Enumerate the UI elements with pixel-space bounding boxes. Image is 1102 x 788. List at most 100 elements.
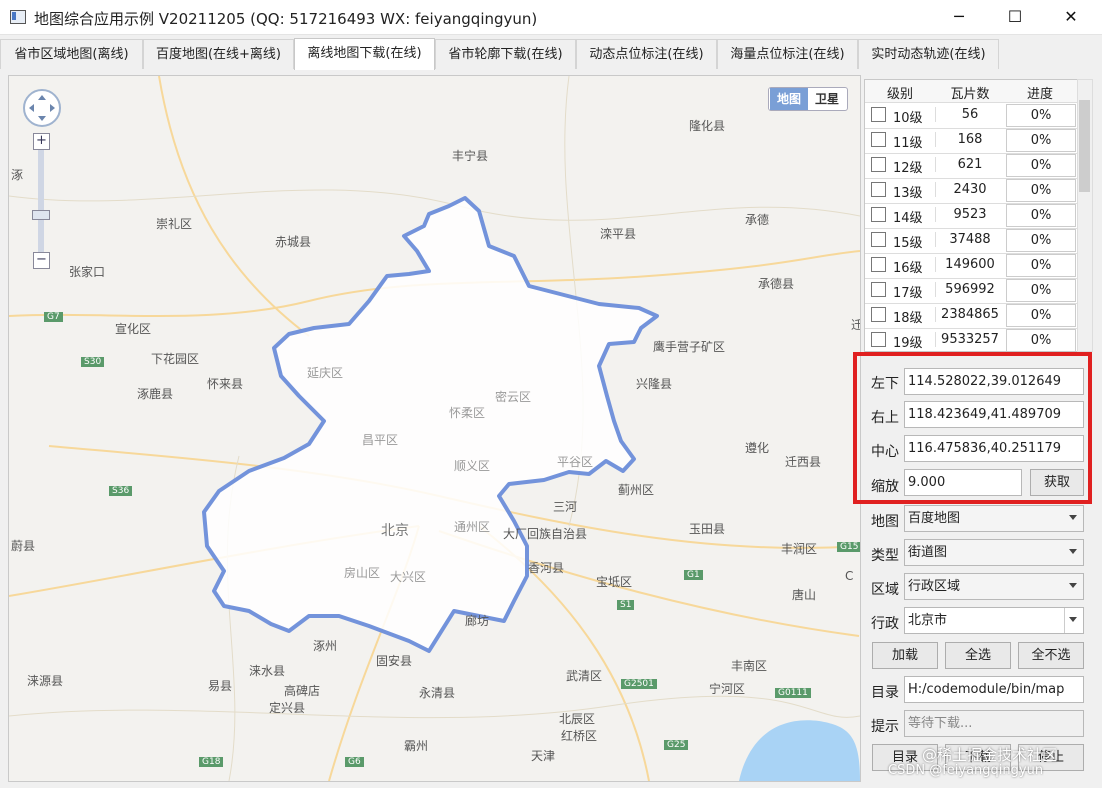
map-label: 迁西县 — [785, 455, 822, 469]
top-right-label: 右上 — [871, 410, 899, 426]
table-row[interactable]: 17级 596992 0% — [865, 278, 1077, 304]
map-label: 平谷区 — [557, 455, 594, 469]
row-count: 596992 — [935, 282, 1004, 297]
directory-field[interactable]: H:/codemodule/bin/map — [904, 676, 1084, 703]
hint-label: 提示 — [871, 719, 899, 735]
row-level: 17级 — [893, 286, 923, 301]
watermark-line2: CSDN @feiyangqingyun — [888, 763, 1044, 778]
close-button[interactable]: ✕ — [1044, 0, 1098, 34]
table-row[interactable]: 18级 2384865 0% — [865, 303, 1077, 329]
table-row[interactable]: 11级 168 0% — [865, 128, 1077, 154]
maximize-button[interactable]: ☐ — [988, 0, 1042, 34]
map-label: 兴隆县 — [636, 377, 673, 391]
table-scrollbar[interactable] — [1077, 79, 1093, 352]
map-label: 密云区 — [495, 390, 532, 404]
tab-outline-download[interactable]: 省市轮廓下载(在线) — [435, 39, 576, 69]
bottom-left-field[interactable]: 114.528022,39.012649 — [904, 368, 1084, 395]
row-checkbox[interactable] — [871, 257, 886, 272]
zoom-out-button[interactable]: − — [33, 252, 50, 269]
map-label: 宝坻区 — [596, 575, 633, 589]
map-label: 宣化区 — [115, 322, 152, 336]
zoom-field[interactable]: 9.000 — [904, 469, 1022, 496]
fetch-button[interactable]: 获取 — [1030, 469, 1084, 496]
map-type-label: 类型 — [871, 548, 899, 564]
table-row[interactable]: 10级 56 0% — [865, 103, 1077, 129]
row-level: 10级 — [893, 111, 923, 126]
row-checkbox[interactable] — [871, 182, 886, 197]
highway-shield: G1 — [684, 570, 703, 580]
map-label: 唐山 — [792, 588, 817, 602]
table-row[interactable]: 14级 9523 0% — [865, 203, 1077, 229]
table-row[interactable]: 12级 621 0% — [865, 153, 1077, 179]
map-view[interactable]: 丰宁县 隆化县 崇礼区 赤城县 滦平县 承德 承德县 张家口 宣化区 下花园区 … — [8, 75, 861, 782]
table-row[interactable]: 19级 9533257 0% — [865, 328, 1077, 351]
map-type-satellite-button[interactable]: 卫星 — [808, 88, 846, 110]
map-source-select[interactable]: 百度地图 — [904, 505, 1084, 532]
load-button[interactable]: 加载 — [872, 642, 938, 669]
map-label: 香河县 — [528, 561, 565, 575]
row-level: 19级 — [893, 336, 923, 351]
map-label: C — [845, 569, 854, 583]
row-checkbox[interactable] — [871, 157, 886, 172]
tab-mass-points[interactable]: 海量点位标注(在线) — [717, 39, 858, 69]
scrollbar-thumb[interactable] — [1079, 100, 1090, 192]
row-checkbox[interactable] — [871, 207, 886, 222]
map-label: 延庆区 — [307, 366, 344, 380]
top-right-field[interactable]: 118.423649,41.489709 — [904, 401, 1084, 428]
map-label: 北京 — [381, 523, 409, 539]
row-level: 14级 — [893, 211, 923, 226]
window-title: 地图综合应用示例 V20211205 (QQ: 517216493 WX: fe… — [34, 10, 538, 28]
table-row[interactable]: 15级 37488 0% — [865, 228, 1077, 254]
tab-baidu-map[interactable]: 百度地图(在线+离线) — [143, 39, 294, 69]
row-checkbox[interactable] — [871, 307, 886, 322]
table-row[interactable]: 13级 2430 0% — [865, 178, 1077, 204]
select-none-button[interactable]: 全不选 — [1018, 642, 1084, 669]
row-checkbox[interactable] — [871, 282, 886, 297]
row-count: 9523 — [935, 207, 1004, 222]
map-label: 承德 — [745, 213, 770, 227]
map-label: 涿鹿县 — [137, 387, 174, 401]
map-label: 红桥区 — [561, 729, 598, 743]
map-label: 涞源县 — [27, 674, 64, 688]
region-select[interactable]: 行政区域 — [904, 573, 1084, 600]
row-progress: 0% — [1006, 204, 1076, 227]
zoom-slider-thumb[interactable] — [32, 210, 50, 220]
table-row[interactable]: 16级 149600 0% — [865, 253, 1077, 279]
zoom-in-button[interactable]: + — [33, 133, 50, 150]
tab-offline-download[interactable]: 离线地图下载(在线) — [294, 38, 435, 70]
map-label: 武清区 — [566, 669, 603, 683]
highway-shield: G15 — [837, 542, 860, 552]
row-checkbox[interactable] — [871, 332, 886, 347]
map-source-value: 百度地图 — [908, 511, 961, 526]
row-progress: 0% — [1006, 154, 1076, 177]
tab-province-offline[interactable]: 省市区域地图(离线) — [0, 39, 143, 69]
map-label: 隆化县 — [689, 119, 726, 133]
map-label: 宁河区 — [709, 682, 746, 696]
select-all-button[interactable]: 全选 — [945, 642, 1011, 669]
map-type-select[interactable]: 街道图 — [904, 539, 1084, 566]
row-checkbox[interactable] — [871, 132, 886, 147]
tab-dynamic-points[interactable]: 动态点位标注(在线) — [576, 39, 717, 69]
map-type-map-button[interactable]: 地图 — [770, 88, 808, 110]
center-label: 中心 — [871, 444, 899, 460]
map-label: 霸州 — [404, 739, 429, 753]
map-label: 张家口 — [69, 265, 106, 279]
map-label: 迁 — [851, 316, 860, 333]
center-field[interactable]: 116.475836,40.251179 — [904, 435, 1084, 462]
admin-select[interactable]: 北京市 — [904, 607, 1084, 634]
zoom-slider-track[interactable] — [38, 139, 44, 259]
table-header: 级别 瓦片数 进度 — [865, 80, 1077, 103]
map-label: 怀来县 — [207, 377, 244, 391]
chevron-down-icon — [1069, 583, 1077, 588]
watermark-line1: @稀土掘金技术社区 — [922, 746, 1058, 764]
title-bar: 地图综合应用示例 V20211205 (QQ: 517216493 WX: fe… — [0, 0, 1102, 35]
pan-control[interactable] — [23, 89, 61, 127]
row-checkbox[interactable] — [871, 232, 886, 247]
zoom-label: 缩放 — [871, 479, 899, 495]
tab-realtime-track[interactable]: 实时动态轨迹(在线) — [858, 39, 999, 69]
map-label: 房山区 — [344, 566, 381, 580]
admin-value: 北京市 — [908, 613, 948, 628]
row-level: 15级 — [893, 236, 923, 251]
minimize-button[interactable]: ─ — [932, 0, 986, 34]
row-checkbox[interactable] — [871, 107, 886, 122]
